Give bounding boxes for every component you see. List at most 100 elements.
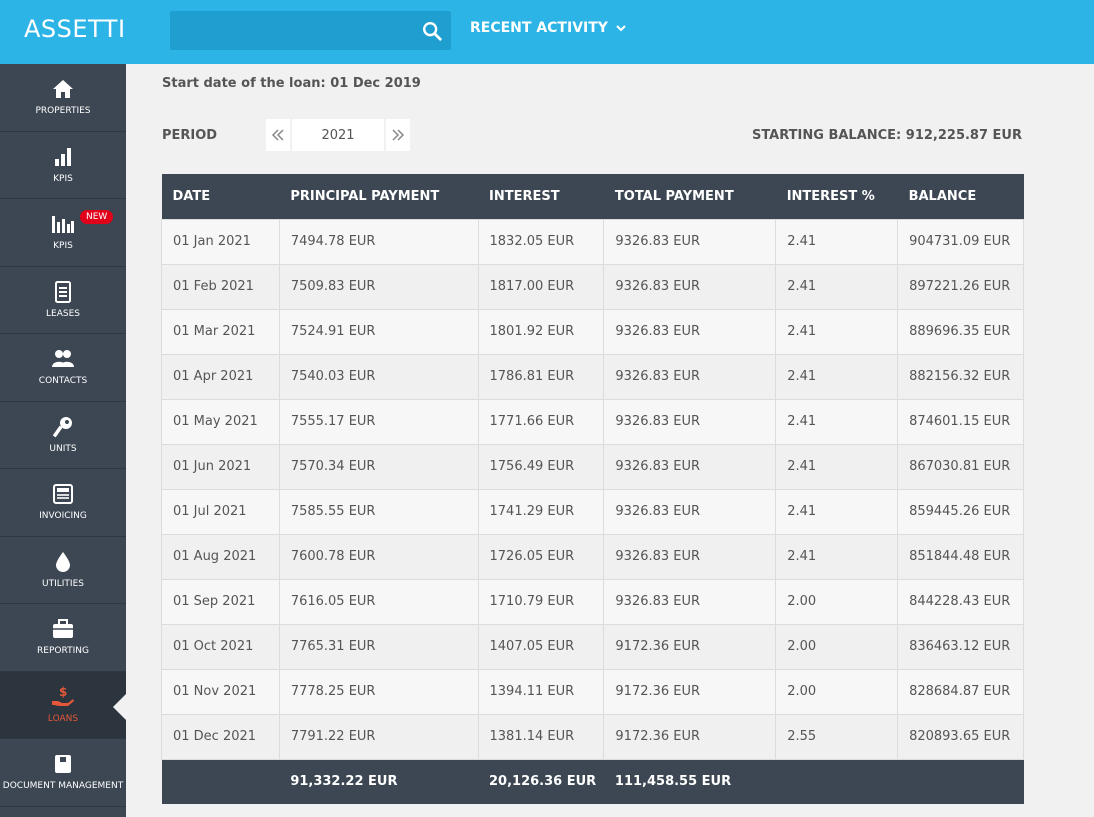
sidebar-item-label: LEASES (46, 308, 80, 319)
cell-principal: 7570.34 EUR (278, 443, 479, 490)
sidebar-item-leases[interactable]: LEASES (0, 267, 126, 334)
table-row: 01 Jul 2021 7585.55 EUR 1741.29 EUR 9326.83… (161, 488, 1024, 535)
cell-total: 9326.83 EUR (603, 443, 777, 490)
table-row: 01 Jan 2021 7494.78 EUR 1832.05 EUR 9326.83… (161, 218, 1024, 265)
double-chevron-right-icon (392, 129, 405, 141)
cell-interest-percent: 2.41 (775, 308, 899, 355)
cell-total: 9326.83 EUR (603, 488, 777, 535)
sidebar: PROPERTIES KPIS KPIS NEW LEASES CONTACTS… (0, 64, 126, 817)
cell-total: 9172.36 EUR (603, 623, 777, 670)
bar-chart-icon (55, 147, 71, 166)
cell-interest-percent: 2.41 (775, 353, 899, 400)
cell-total: 9326.83 EUR (603, 398, 777, 445)
key-icon (52, 416, 72, 438)
previous-period-button[interactable] (266, 119, 290, 151)
chevron-down-icon (616, 25, 626, 32)
sidebar-item-kpis[interactable]: KPIS (0, 132, 126, 199)
cell-date: 01 Feb 2021 (161, 263, 280, 310)
total-principal: 91,332.22 EUR (279, 759, 479, 804)
users-icon (52, 350, 74, 368)
sidebar-item-properties[interactable]: PROPERTIES (0, 64, 126, 132)
table-header-row: DATE PRINCIPAL PAYMENT INTEREST TOTAL PA… (161, 174, 1024, 219)
app-logo[interactable]: ASSETTI (24, 15, 126, 43)
sidebar-item-label: KPIS (53, 173, 73, 184)
cell-interest: 1786.81 EUR (477, 353, 605, 400)
header-interest-percent: INTEREST % (775, 174, 898, 219)
cell-interest: 1801.92 EUR (477, 308, 605, 355)
cell-interest-percent: 2.41 (775, 443, 899, 490)
sidebar-item-label: KPIS (53, 241, 73, 252)
hand-dollar-icon: $ (52, 685, 74, 706)
cell-interest-percent: 2.00 (775, 668, 899, 715)
table-row: 01 Nov 2021 7778.25 EUR 1394.11 EUR 9172.36… (161, 668, 1024, 715)
cell-interest: 1726.05 EUR (477, 533, 605, 580)
sidebar-item-label: UTILITIES (42, 578, 84, 589)
sidebar-item-reporting[interactable]: REPORTING (0, 604, 126, 672)
sidebar-item-loans[interactable]: $ LOANS (0, 671, 126, 739)
home-icon (53, 80, 73, 99)
cell-date: 01 Jan 2021 (161, 218, 280, 265)
cell-balance: 904731.09 EUR (897, 218, 1024, 265)
total-cell (897, 759, 1024, 804)
period-year[interactable]: 2021 (292, 119, 384, 151)
cell-balance: 889696.35 EUR (897, 308, 1024, 355)
sidebar-item-invoicing[interactable]: INVOICING (0, 469, 126, 537)
cell-interest: 1832.05 EUR (477, 218, 605, 265)
sidebar-item-utilities[interactable]: UTILITIES (0, 537, 126, 604)
table-row: 01 May 2021 7555.17 EUR 1771.66 EUR 9326.83… (161, 398, 1024, 445)
cell-principal: 7494.78 EUR (278, 218, 479, 265)
sidebar-item-label: REPORTING (37, 646, 89, 657)
cell-date: 01 Mar 2021 (161, 308, 280, 355)
sidebar-item-label: PROPERTIES (35, 106, 91, 117)
recent-activity-dropdown[interactable]: RECENT ACTIVITY (470, 20, 628, 36)
cell-total: 9326.83 EUR (603, 263, 777, 310)
cell-interest: 1407.05 EUR (477, 623, 605, 670)
sidebar-item-contacts[interactable]: CONTACTS (0, 334, 126, 402)
cell-date: 01 Nov 2021 (161, 668, 280, 715)
total-cell (775, 759, 898, 804)
cell-principal: 7765.31 EUR (278, 623, 479, 670)
loan-start-date: Start date of the loan: 01 Dec 2019 (162, 76, 421, 91)
cell-principal: 7509.83 EUR (278, 263, 479, 310)
cell-date: 01 Aug 2021 (161, 533, 280, 580)
cell-principal: 7540.03 EUR (278, 353, 479, 400)
sidebar-item-label: LOANS (47, 713, 79, 724)
cell-date: 01 May 2021 (161, 398, 280, 445)
sidebar-item-label: DOCUMENT MANAGEMENT (2, 781, 124, 792)
cell-interest-percent: 2.41 (775, 398, 899, 445)
top-bar: ASSETTI RECENT ACTIVITY (0, 0, 1094, 64)
cell-date: 01 Dec 2021 (161, 713, 280, 760)
table-row: 01 Dec 2021 7791.22 EUR 1381.14 EUR 9172.36… (161, 713, 1024, 760)
table-row: 01 Sep 2021 7616.05 EUR 1710.79 EUR 9326.83… (161, 578, 1024, 625)
sidebar-item-document-management[interactable]: DOCUMENT MANAGEMENT (0, 739, 126, 807)
cell-principal: 7585.55 EUR (278, 488, 479, 535)
cell-balance: 867030.81 EUR (897, 443, 1024, 490)
search-input[interactable] (170, 11, 451, 50)
next-period-button[interactable] (386, 119, 410, 151)
search-icon[interactable] (421, 20, 443, 42)
cell-date: 01 Jun 2021 (161, 443, 280, 490)
table-row: 01 Aug 2021 7600.78 EUR 1726.05 EUR 9326.83… (161, 533, 1024, 580)
cell-principal: 7524.91 EUR (278, 308, 479, 355)
cell-interest: 1381.14 EUR (477, 713, 605, 760)
period-label: PERIOD (162, 128, 218, 143)
cell-date: 01 Sep 2021 (161, 578, 280, 625)
sidebar-item-units[interactable]: UNITS (0, 402, 126, 469)
cell-total: 9326.83 EUR (603, 578, 777, 625)
table-body: 01 Jan 2021 7494.78 EUR 1832.05 EUR 9326.83… (161, 218, 1024, 760)
cell-total: 9172.36 EUR (603, 668, 777, 715)
table-row: 01 Mar 2021 7524.91 EUR 1801.92 EUR 9326.83… (161, 308, 1024, 355)
loan-schedule-table: DATE PRINCIPAL PAYMENT INTEREST TOTAL PA… (161, 174, 1024, 804)
sidebar-item-label: INVOICING (39, 511, 87, 522)
header-total-payment: TOTAL PAYMENT (603, 174, 776, 219)
cell-balance: 851844.48 EUR (897, 533, 1024, 580)
cell-balance: 836463.12 EUR (897, 623, 1024, 670)
sidebar-item-label: CONTACTS (38, 376, 88, 387)
new-badge: NEW (80, 210, 114, 224)
cell-date: 01 Apr 2021 (161, 353, 280, 400)
cell-date: 01 Oct 2021 (161, 623, 280, 670)
sidebar-item-kpis-new[interactable]: KPIS NEW (0, 199, 126, 267)
document-icon (55, 280, 71, 303)
cell-total: 9172.36 EUR (603, 713, 777, 760)
table-row: 01 Apr 2021 7540.03 EUR 1786.81 EUR 9326.83… (161, 353, 1024, 400)
